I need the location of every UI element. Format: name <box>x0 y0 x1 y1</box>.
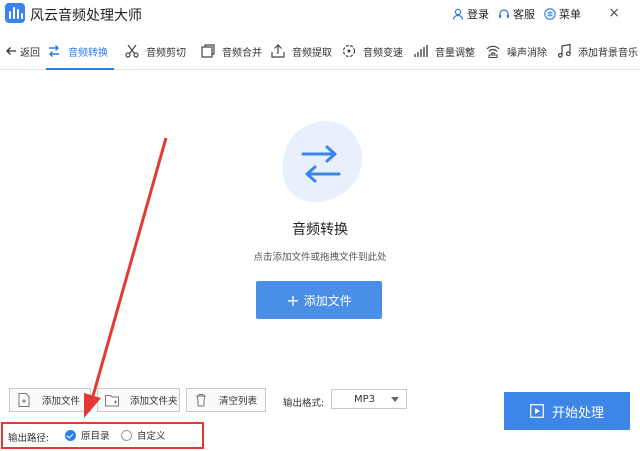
menu-label: 菜单 <box>559 8 581 21</box>
menu-icon <box>544 8 556 20</box>
chevron-down-icon <box>391 397 399 402</box>
tab-label: 音频合并 <box>222 47 262 59</box>
tab-label: 音频剪切 <box>146 47 186 59</box>
add-file-main-label: 添加文件 <box>303 293 352 308</box>
tab-audio-convert[interactable]: 音频转换 <box>46 32 114 70</box>
music-note-icon <box>557 43 571 58</box>
tab-label: 音频变速 <box>363 47 403 59</box>
drop-hint: 点击添加文件或拖拽文件到此处 <box>253 252 387 263</box>
back-arrow-icon <box>6 47 16 55</box>
tab-audio-merge[interactable]: 音频合并 <box>200 32 262 70</box>
title-bar: 风云音频处理大师 登录 客服 菜单 × <box>0 0 640 28</box>
start-processing-label: 开始处理 <box>551 405 604 421</box>
tab-label: 音量调整 <box>435 47 475 59</box>
tab-audio-cut[interactable]: 音频剪切 <box>124 32 186 70</box>
tab-label: 音频提取 <box>292 47 332 59</box>
folder-add-icon <box>105 395 119 407</box>
add-folder-button[interactable]: 添加文件夹 <box>97 388 180 412</box>
output-format-label: 输出格式: <box>283 398 325 409</box>
start-processing-button[interactable]: 开始处理 <box>504 392 630 430</box>
add-file-button[interactable]: 添加文件 <box>9 388 91 412</box>
tab-label: 添加背景音乐 <box>578 47 638 59</box>
login-button[interactable]: 登录 <box>452 6 489 22</box>
service-label: 客服 <box>513 8 535 21</box>
app-logo-icon <box>5 3 25 23</box>
tab-volume-adjust[interactable]: 音量调整 <box>413 32 475 70</box>
tab-add-background-music[interactable]: 添加背景音乐 <box>556 32 638 70</box>
headset-icon <box>499 9 509 18</box>
convert-illustration-icon <box>282 121 363 202</box>
play-icon <box>530 404 544 418</box>
back-label: 返回 <box>20 47 40 59</box>
speed-icon <box>342 44 356 58</box>
plus-icon: + <box>286 290 300 310</box>
add-file-label: 添加文件 <box>42 396 81 407</box>
scissors-icon <box>125 44 139 58</box>
add-folder-label: 添加文件夹 <box>130 396 178 407</box>
output-format-value: MP3 <box>354 393 376 405</box>
clear-list-button[interactable]: 清空列表 <box>186 388 266 412</box>
volume-bars-icon <box>414 45 428 57</box>
tab-label: 噪声消除 <box>507 47 547 59</box>
user-icon <box>452 8 464 20</box>
noise-icon <box>486 45 500 58</box>
clear-list-label: 清空列表 <box>219 396 258 407</box>
annotation-highlight-box <box>1 422 204 449</box>
tab-audio-speed[interactable]: 音频变速 <box>341 32 403 70</box>
service-button[interactable]: 客服 <box>498 6 535 22</box>
trash-icon <box>196 394 206 407</box>
output-format-select[interactable]: MP3 <box>331 389 407 409</box>
file-add-icon <box>18 393 30 407</box>
add-file-main-button[interactable]: + 添加文件 <box>256 281 382 319</box>
tab-noise-removal[interactable]: 噪声消除 <box>485 32 547 70</box>
main-title: 音频转换 <box>292 222 348 238</box>
menu-button[interactable]: 菜单 <box>544 6 581 22</box>
login-label: 登录 <box>467 8 489 21</box>
convert-icon <box>49 45 59 57</box>
extract-icon <box>271 44 285 58</box>
tab-label: 音频转换 <box>68 47 108 59</box>
app-title: 风云音频处理大师 <box>30 8 142 24</box>
function-toolbar: 返回 音频转换 音频剪切 音频合并 音频提取 音频变速 音量调整 噪声消除 添加… <box>0 32 640 70</box>
close-button[interactable]: × <box>608 5 620 21</box>
tab-audio-extract[interactable]: 音频提取 <box>270 32 332 70</box>
merge-icon <box>201 44 215 58</box>
back-button[interactable]: 返回 <box>5 32 40 70</box>
